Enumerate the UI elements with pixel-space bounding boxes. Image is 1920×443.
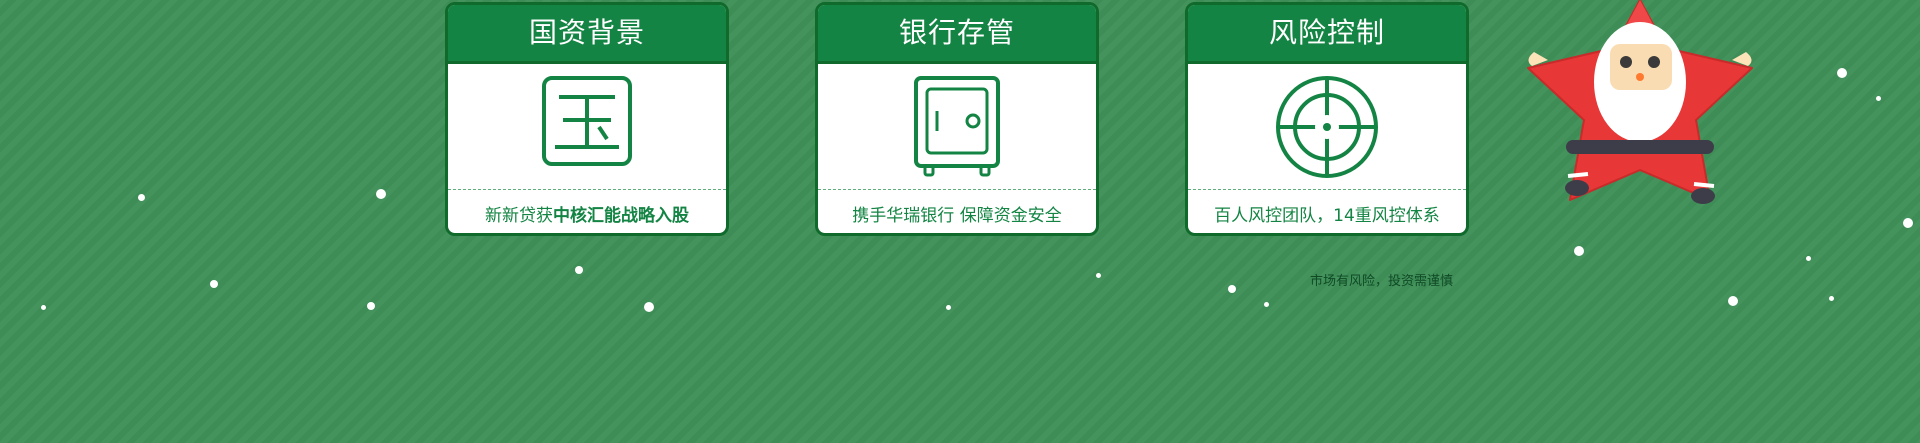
card-description: 新新贷获中核汇能战略入股 (448, 201, 726, 226)
feature-card-bank-custody: 银行存管 携手华瑞银行 保障资金安全 (815, 2, 1099, 236)
snow-dot (41, 305, 46, 310)
card-description: 百人风控团队，14重风控体系 (1188, 201, 1466, 226)
snow-dot (210, 280, 218, 288)
card-description: 携手华瑞银行 保障资金安全 (818, 201, 1096, 226)
snow-dot (1228, 285, 1236, 293)
risk-notice: 市场有风险，投资需谨慎 (1310, 274, 1454, 289)
snow-dot (1574, 246, 1584, 256)
target-icon (1276, 76, 1378, 178)
santa-star-icon (1527, 0, 1753, 204)
snow-dot (1837, 68, 1847, 78)
jade-character-icon (542, 76, 632, 166)
safe-icon (914, 76, 1000, 177)
snow-dot (1806, 256, 1811, 261)
card-title: 风险控制 (1188, 5, 1466, 64)
snow-dot (1829, 296, 1834, 301)
card-description-text: 携手华瑞银行 保障资金安全 (852, 206, 1062, 226)
snow-dot (1903, 218, 1913, 228)
snow-dot (1096, 273, 1101, 278)
snow-dot (1876, 96, 1881, 101)
card-description-highlight: 中核汇能战略入股 (553, 206, 689, 226)
feature-card-risk-control: 风险控制 百人风控团队，14重风控体系 (1185, 2, 1469, 236)
card-description-text: 百人风控团队，14重风控体系 (1214, 206, 1440, 226)
snow-dot (1728, 296, 1738, 306)
snow-dot (946, 305, 951, 310)
card-title: 银行存管 (818, 5, 1096, 64)
snow-dot (138, 194, 145, 201)
card-divider (818, 189, 1096, 190)
feature-card-state-capital: 国资背景 新新贷获中核汇能战略入股 (445, 2, 729, 236)
snow-dot (644, 302, 654, 312)
card-description-text: 新新贷获 (485, 206, 553, 226)
snow-dot (367, 302, 375, 310)
card-divider (448, 189, 726, 190)
snow-dot (1264, 302, 1269, 307)
snow-dot (575, 266, 583, 274)
card-divider (1188, 189, 1466, 190)
snow-dot (376, 189, 386, 199)
card-title: 国资背景 (448, 5, 726, 64)
